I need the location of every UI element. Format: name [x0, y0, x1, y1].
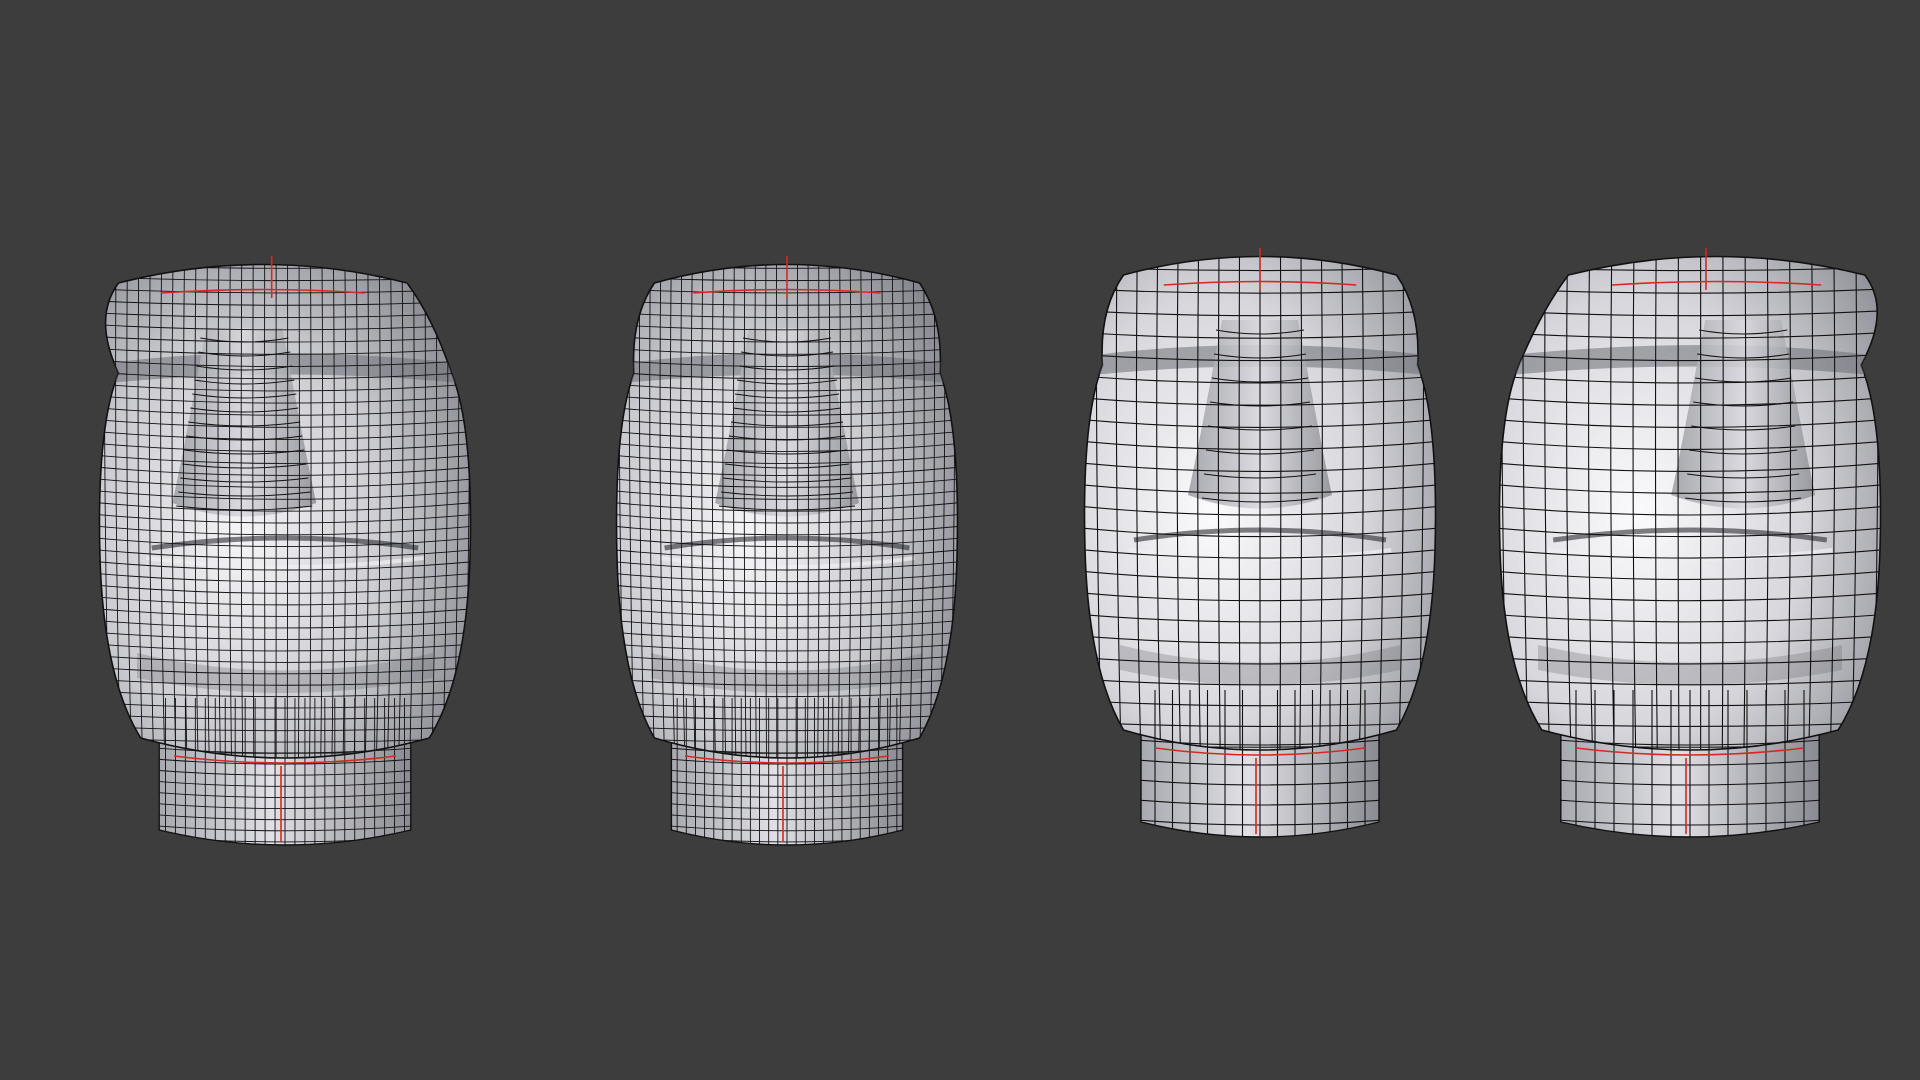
- moai-head-high-density-angled[interactable]: [82, 238, 489, 858]
- moai-head-high-density-front[interactable]: [600, 238, 974, 858]
- viewport-scene: [82, 230, 1900, 858]
- moai-head-low-density-front[interactable]: [1068, 230, 1453, 850]
- 3d-viewport[interactable]: [0, 0, 1920, 1080]
- moai-head-low-density-angled[interactable]: [1481, 230, 1900, 850]
